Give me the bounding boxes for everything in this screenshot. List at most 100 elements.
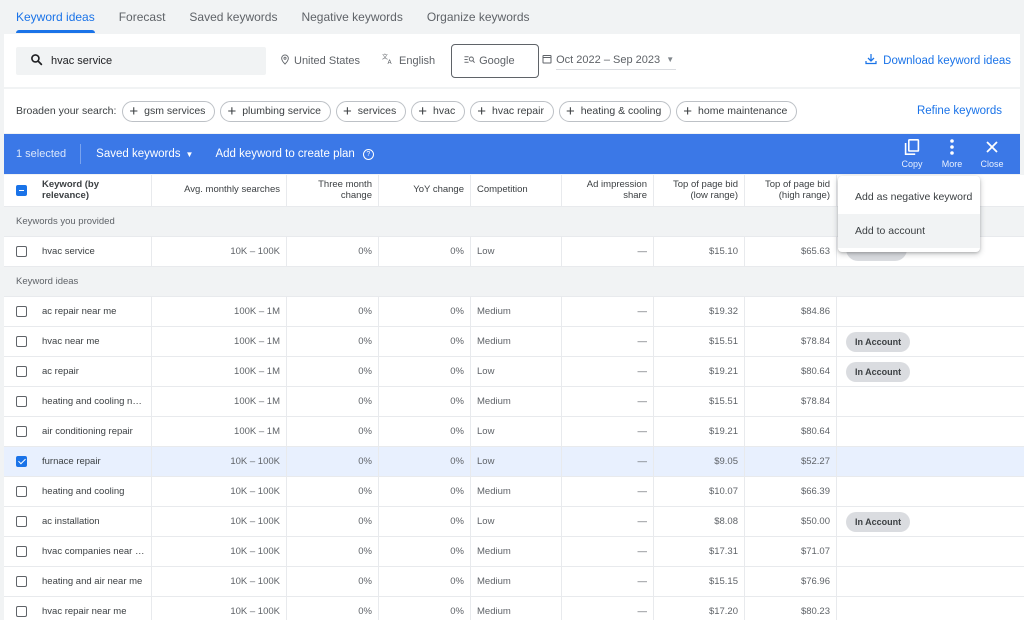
network-label: Google — [479, 54, 515, 67]
menu-item-add-negative-keyword[interactable]: Add as negative keyword — [838, 180, 980, 214]
table-row[interactable]: heating and air near me 10K – 100K 0% 0%… — [4, 567, 1024, 597]
row-checkbox[interactable] — [16, 546, 27, 557]
table-row[interactable]: ac installation 10K – 100K 0% 0% Low — $… — [4, 507, 1024, 537]
account-status-cell — [837, 537, 1024, 566]
search-icon — [30, 53, 43, 69]
row-checkbox[interactable] — [16, 396, 27, 407]
broaden-chip[interactable]: + gsm services — [122, 100, 216, 122]
row-checkbox[interactable] — [16, 456, 27, 467]
column-header-yoy[interactable]: YoY change — [379, 175, 471, 206]
competition-cell: Low — [471, 447, 562, 476]
avg-searches-cell: 10K – 100K — [152, 477, 287, 506]
row-checkbox[interactable] — [16, 306, 27, 317]
competition-cell: Low — [471, 507, 562, 536]
avg-searches-cell: 100K – 1M — [152, 327, 287, 356]
refine-keywords-button[interactable]: Refine keywords — [917, 105, 1002, 117]
broaden-chip[interactable]: + services — [336, 100, 407, 122]
table-row[interactable]: hvac companies near me 10K – 100K 0% 0% … — [4, 537, 1024, 567]
competition-cell: Low — [471, 417, 562, 446]
tab-organize-keywords[interactable]: Organize keywords — [427, 0, 530, 33]
account-status-cell — [837, 477, 1024, 506]
network-filter[interactable]: Google — [451, 43, 540, 78]
row-checkbox[interactable] — [16, 426, 27, 437]
bid-low-cell: $15.51 — [654, 327, 745, 356]
three-month-change-cell: 0% — [287, 597, 379, 620]
column-header-keyword[interactable]: Keyword (by relevance) — [4, 175, 152, 206]
avg-searches-cell: 100K – 1M — [152, 357, 287, 386]
chip-label: gsm services — [144, 105, 206, 117]
impression-share-cell: — — [562, 597, 654, 620]
header-label: Keyword (by relevance) — [42, 178, 100, 201]
chip-label: plumbing service — [242, 105, 321, 117]
broaden-chip[interactable]: + hvac repair — [470, 100, 554, 122]
impression-share-cell: — — [562, 537, 654, 566]
table-row[interactable]: heating and cooling nea... 100K – 1M 0% … — [4, 387, 1024, 417]
table-row[interactable]: ac repair 100K – 1M 0% 0% Low — $19.21 $… — [4, 357, 1024, 387]
date-range-select[interactable]: Oct 2022 – Sep 2023 ▼ — [542, 52, 677, 70]
bid-low-cell: $19.21 — [654, 417, 745, 446]
group-label: Keyword ideas — [16, 276, 79, 287]
three-month-change-cell: 0% — [287, 387, 379, 416]
row-checkbox[interactable] — [16, 516, 27, 527]
location-filter[interactable]: United States — [280, 53, 360, 68]
row-checkbox[interactable] — [16, 336, 27, 347]
yoy-change-cell: 0% — [379, 597, 471, 620]
yoy-change-cell: 0% — [379, 567, 471, 596]
more-button[interactable]: More — [932, 138, 972, 169]
column-header-competition[interactable]: Competition — [471, 175, 562, 206]
competition-cell: Low — [471, 237, 562, 266]
broaden-chip[interactable]: + heating & cooling — [558, 100, 672, 122]
row-checkbox[interactable] — [16, 486, 27, 497]
broaden-chip[interactable]: + plumbing service — [220, 100, 331, 122]
download-label: Download keyword ideas — [883, 54, 1011, 67]
tab-negative-keywords[interactable]: Negative keywords — [301, 0, 402, 33]
avg-searches-cell: 10K – 100K — [152, 537, 287, 566]
broaden-chip[interactable]: + hvac — [411, 100, 466, 122]
yoy-change-cell: 0% — [379, 507, 471, 536]
select-all-checkbox[interactable] — [16, 185, 27, 196]
tab-keyword-ideas[interactable]: Keyword ideas — [16, 0, 95, 33]
bid-high-cell: $66.39 — [745, 477, 837, 506]
keyword-cell: hvac service — [4, 237, 152, 266]
table-row[interactable]: hvac repair near me 10K – 100K 0% 0% Med… — [4, 597, 1024, 620]
table-row[interactable]: heating and cooling 10K – 100K 0% 0% Med… — [4, 477, 1024, 507]
download-icon — [865, 53, 883, 68]
table-row[interactable]: furnace repair 10K – 100K 0% 0% Low — $9… — [4, 447, 1024, 477]
bid-low-cell: $15.15 — [654, 567, 745, 596]
copy-button[interactable]: Copy — [892, 138, 932, 169]
copy-label: Copy — [901, 159, 923, 169]
plus-icon: + — [418, 102, 428, 120]
saved-keywords-dropdown[interactable]: Saved keywords ▼ — [96, 148, 193, 160]
tab-forecast[interactable]: Forecast — [119, 0, 166, 33]
column-header-bid-high[interactable]: Top of page bid (high range) — [745, 175, 837, 206]
language-filter[interactable]: 文A English — [382, 53, 435, 68]
close-button[interactable]: Close — [972, 138, 1012, 169]
column-header-bid-low[interactable]: Top of page bid (low range) — [654, 175, 745, 206]
table-row[interactable]: hvac near me 100K – 1M 0% 0% Medium — $1… — [4, 327, 1024, 357]
bid-high-cell: $65.63 — [745, 237, 837, 266]
table-row[interactable]: ac repair near me 100K – 1M 0% 0% Medium… — [4, 297, 1024, 327]
dropdown-arrow-icon: ▼ — [185, 149, 194, 159]
bid-high-cell: $76.96 — [745, 567, 837, 596]
tab-saved-keywords[interactable]: Saved keywords — [189, 0, 277, 33]
three-month-change-cell: 0% — [287, 537, 379, 566]
in-account-badge: In Account — [846, 511, 911, 532]
help-icon[interactable]: ? — [362, 148, 374, 160]
add-keyword-to-plan-button[interactable]: Add keyword to create plan — [215, 148, 354, 160]
column-header-three-month[interactable]: Three month change — [287, 175, 379, 206]
column-header-impression-share[interactable]: Ad impression share — [562, 175, 654, 206]
download-keyword-ideas-button[interactable]: Download keyword ideas — [865, 53, 1011, 68]
column-header-avg-searches[interactable]: Avg. monthly searches — [152, 175, 287, 206]
menu-item-add-to-account[interactable]: Add to account — [838, 214, 980, 248]
avg-searches-cell: 100K – 1M — [152, 387, 287, 416]
table-row[interactable]: air conditioning repair 100K – 1M 0% 0% … — [4, 417, 1024, 447]
row-checkbox[interactable] — [16, 246, 27, 257]
close-label: Close — [980, 159, 1004, 169]
row-checkbox[interactable] — [16, 576, 27, 587]
row-checkbox[interactable] — [16, 606, 27, 617]
bid-high-cell: $80.64 — [745, 417, 837, 446]
keyword-search-input[interactable]: hvac service — [16, 46, 266, 75]
yoy-change-cell: 0% — [379, 237, 471, 266]
broaden-chip[interactable]: + home maintenance — [676, 100, 798, 122]
row-checkbox[interactable] — [16, 366, 27, 377]
